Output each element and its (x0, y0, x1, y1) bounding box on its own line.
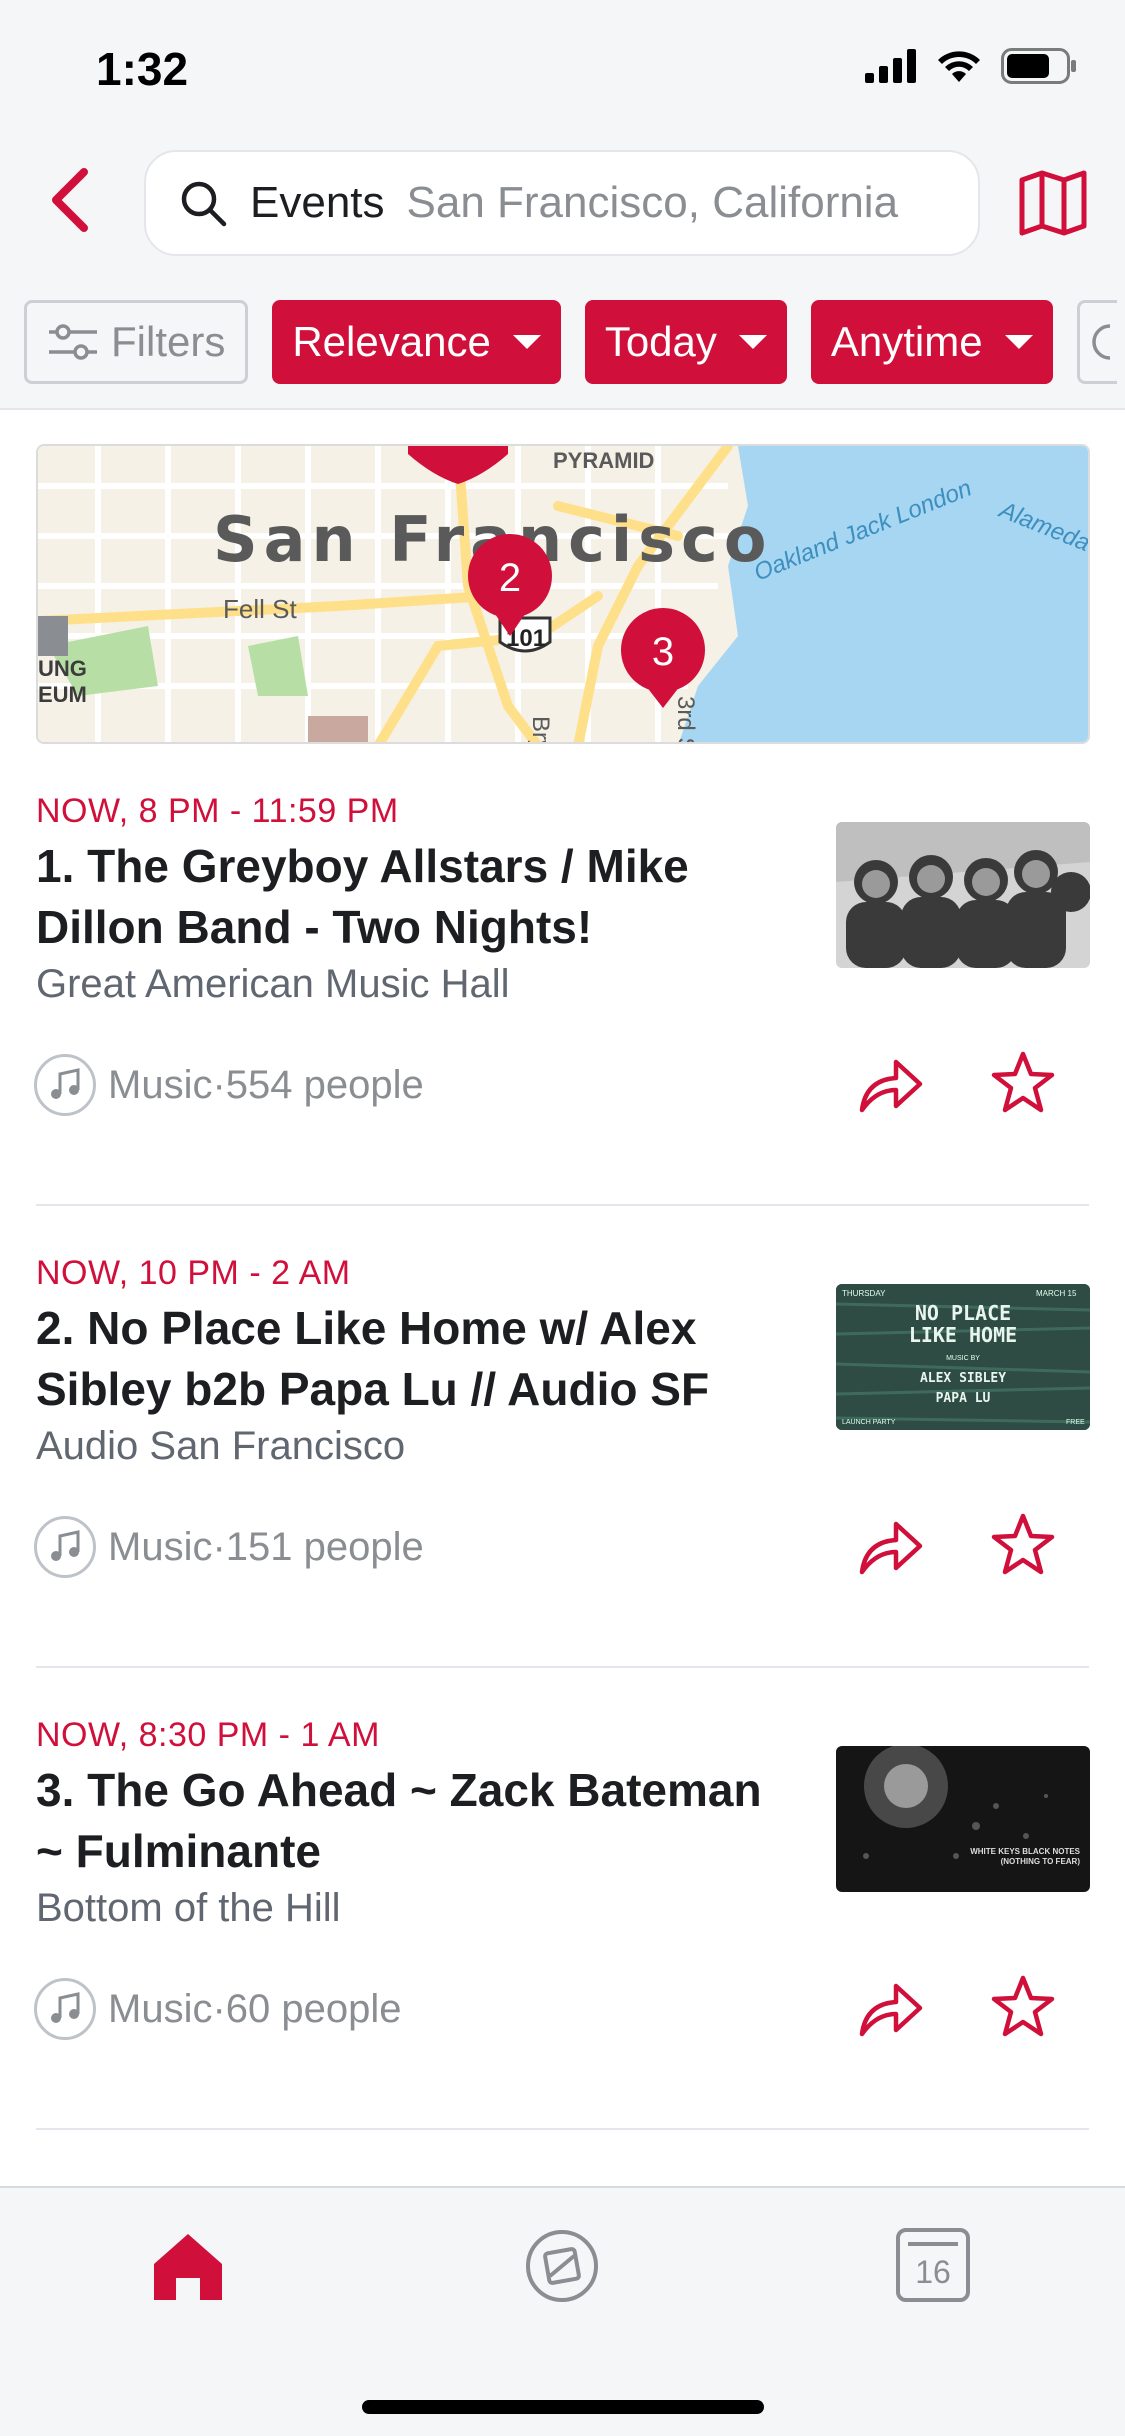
search-icon (181, 181, 227, 227)
caret-down-icon (738, 335, 767, 349)
svg-text:ALEX SIBLEY: ALEX SIBLEY (920, 1371, 1006, 1386)
tab-bar: 16 (0, 2186, 1125, 2436)
event-card-1[interactable]: NOW, 8 PM - 11:59 PM 1. The Greyboy Alls… (0, 744, 1125, 1206)
star-icon[interactable] (990, 1512, 1056, 1578)
divider (36, 2128, 1089, 2130)
share-icon[interactable] (856, 1978, 926, 2040)
svg-text:FREE: FREE (1066, 1419, 1085, 1426)
event-category: Music (108, 1986, 213, 2031)
event-card-2[interactable]: NOW, 10 PM - 2 AM 2. No Place Like Home … (0, 1206, 1125, 1668)
share-icon[interactable] (856, 1054, 926, 1116)
map-pyramid-label: PYRAMID (553, 448, 654, 473)
discover-tab-icon[interactable] (522, 2226, 602, 2306)
event-venue: Great American Music Hall (36, 962, 510, 1006)
event-title[interactable]: 1. The Greyboy Allstars / Mike Dillon Ba… (36, 836, 786, 958)
search-query: Events (250, 178, 385, 227)
event-title[interactable]: 2. No Place Like Home w/ Alex Sibley b2b… (36, 1298, 786, 1420)
home-indicator (362, 2400, 764, 2414)
map-museum-label-2: EUM (38, 682, 87, 707)
calendar-bar (908, 2242, 958, 2246)
map-view-icon[interactable] (1018, 170, 1088, 236)
meta-separator: · (212, 1062, 226, 1107)
music-note-icon (34, 1516, 96, 1578)
event-poster: WHITE KEYS BLACK NOTES (NOTHING TO FEAR) (836, 1746, 1090, 1892)
event-thumbnail[interactable]: THURSDAY MARCH 15 NO PLACE LIKE HOME MUS… (836, 1284, 1090, 1430)
wifi-icon (938, 51, 980, 82)
event-time: NOW, 8 PM - 11:59 PM (36, 792, 399, 830)
event-attendees: 151 people (225, 1524, 424, 1569)
signal-icon (865, 49, 916, 83)
svg-text:PAPA LU: PAPA LU (936, 1391, 991, 1406)
anytime-dropdown[interactable]: Anytime (810, 300, 1053, 384)
event-meta: Music · 554 people (34, 1054, 424, 1116)
clock-icon (1091, 324, 1110, 360)
filters-button[interactable]: Filters (24, 300, 249, 384)
meta-separator: · (212, 1986, 226, 2031)
more-filters-chip[interactable] (1076, 300, 1117, 384)
event-time: NOW, 8:30 PM - 1 AM (36, 1716, 380, 1754)
header: 1:32 Events San Francisco, California Fi… (0, 0, 1125, 410)
calendar-tab-icon[interactable]: 16 (896, 2228, 970, 2302)
status-icons (865, 48, 1077, 84)
svg-text:LIKE HOME: LIKE HOME (909, 1323, 1017, 1347)
music-note-icon (34, 1978, 96, 2040)
event-title[interactable]: 3. The Go Ahead ~ Zack Bateman ~ Fulmina… (36, 1760, 786, 1882)
map-fell-label: Fell St (223, 594, 297, 624)
event-meta: Music · 151 people (34, 1516, 424, 1578)
share-icon[interactable] (856, 1516, 926, 1578)
relevance-dropdown[interactable]: Relevance (272, 300, 561, 384)
svg-text:LAUNCH PARTY: LAUNCH PARTY (842, 1419, 896, 1426)
home-tab-icon[interactable] (148, 2226, 228, 2306)
today-dropdown[interactable]: Today (584, 300, 787, 384)
band-photo (836, 822, 1090, 968)
star-icon[interactable] (990, 1050, 1056, 1116)
music-note-icon (34, 1054, 96, 1116)
sliders-icon (49, 324, 97, 360)
event-venue: Bottom of the Hill (36, 1886, 341, 1930)
svg-text:THURSDAY: THURSDAY (842, 1289, 886, 1298)
event-time: NOW, 10 PM - 2 AM (36, 1254, 351, 1292)
search-location: San Francisco, California (406, 178, 899, 227)
caret-down-icon (1004, 335, 1033, 349)
map-bry-label: Bry (527, 716, 554, 744)
calendar-day: 16 (915, 2254, 951, 2290)
map-image: San Francisco PYRAMID Fell St Oakland Ja… (38, 446, 1088, 744)
svg-text:(NOTHING TO FEAR): (NOTHING TO FEAR) (1001, 1857, 1081, 1866)
status-time: 1:32 (96, 43, 189, 95)
today-label: Today (604, 318, 717, 365)
filters-label: Filters (111, 318, 226, 365)
event-category: Music (108, 1062, 213, 1107)
battery-icon (1001, 48, 1076, 84)
event-meta: Music · 60 people (34, 1978, 402, 2040)
back-arrow-icon[interactable] (40, 160, 104, 240)
map-museum-label-1: UNG (38, 656, 87, 681)
event-category: Music (108, 1524, 213, 1569)
event-thumbnail[interactable] (836, 822, 1090, 968)
map-3rd-label: 3rd S (672, 696, 699, 744)
search-bar[interactable]: Events San Francisco, California (144, 150, 980, 256)
star-icon[interactable] (990, 1974, 1056, 2040)
event-attendees: 554 people (225, 1062, 424, 1107)
svg-text:2: 2 (499, 556, 521, 600)
anytime-label: Anytime (830, 318, 983, 365)
event-poster: THURSDAY MARCH 15 NO PLACE LIKE HOME MUS… (836, 1284, 1090, 1430)
event-card-3[interactable]: NOW, 8:30 PM - 1 AM 3. The Go Ahead ~ Za… (0, 1668, 1125, 2130)
event-venue: Audio San Francisco (36, 1424, 406, 1468)
caret-down-icon (512, 335, 541, 349)
relevance-label: Relevance (292, 318, 491, 365)
events-screen: 1:32 Events San Francisco, California Fi… (0, 0, 1125, 2436)
svg-text:WHITE KEYS BLACK NOTES: WHITE KEYS BLACK NOTES (970, 1847, 1080, 1856)
event-thumbnail[interactable]: WHITE KEYS BLACK NOTES (NOTHING TO FEAR) (836, 1746, 1090, 1892)
filter-bar: Filters Relevance Today Anytime (24, 300, 1117, 384)
svg-text:3: 3 (652, 630, 674, 674)
event-attendees: 60 people (225, 1986, 402, 2031)
svg-text:MARCH 15: MARCH 15 (1036, 1289, 1077, 1298)
svg-text:NO PLACE: NO PLACE (915, 1301, 1011, 1325)
meta-separator: · (212, 1524, 226, 1569)
events-map[interactable]: San Francisco PYRAMID Fell St Oakland Ja… (36, 444, 1090, 744)
svg-text:MUSIC BY: MUSIC BY (946, 1355, 980, 1362)
